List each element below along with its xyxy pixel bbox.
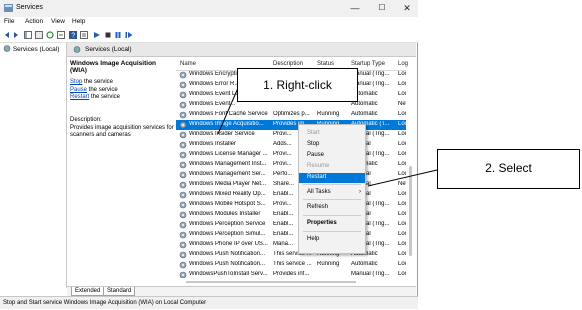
step2-pointer-line (367, 169, 438, 187)
step1-pointer-line (217, 87, 239, 135)
step1-callout: 1. Right-click (237, 68, 358, 102)
step2-callout: 2. Select (437, 149, 580, 189)
